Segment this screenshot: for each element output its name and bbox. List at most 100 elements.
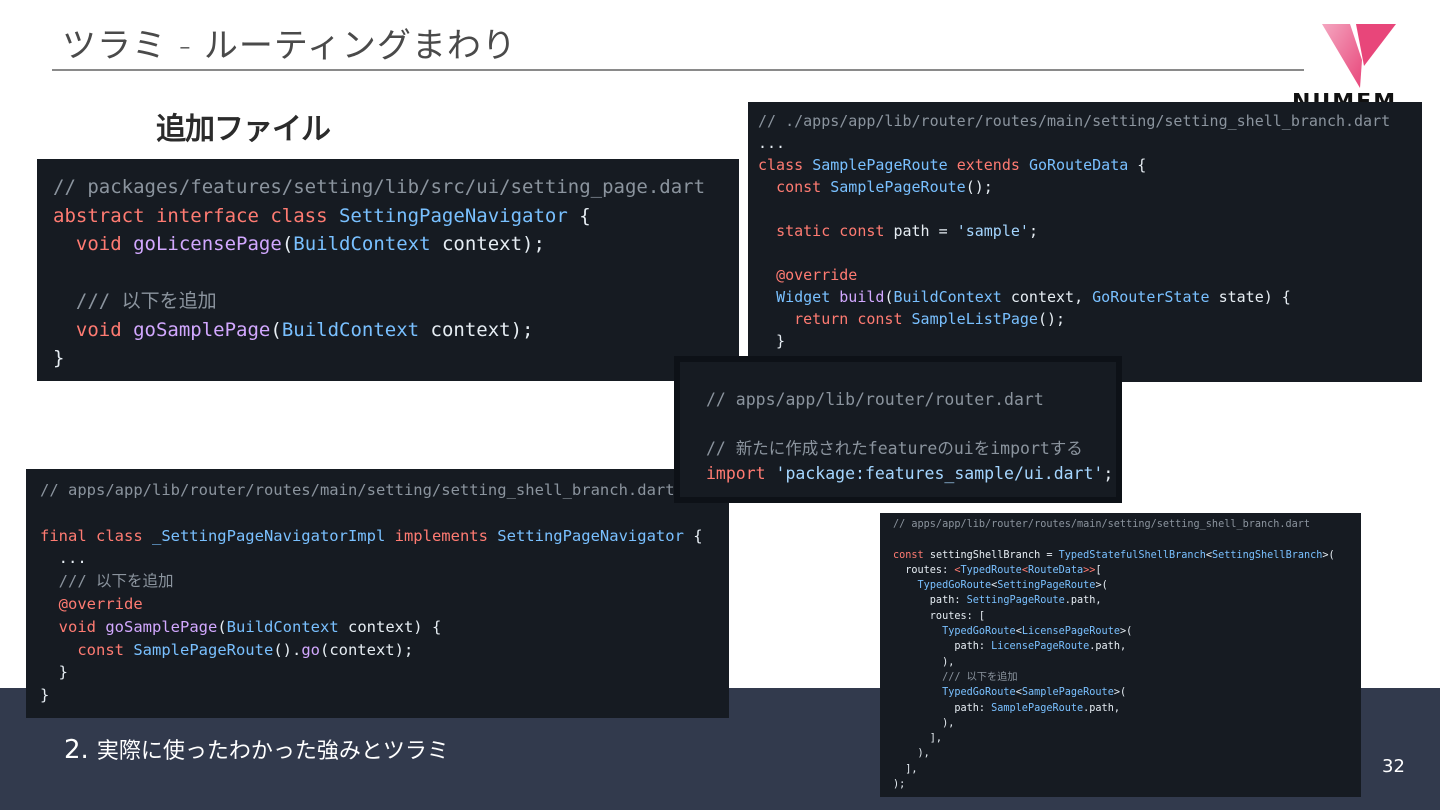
code-line: /// 以下を追加 bbox=[53, 287, 739, 316]
code-token: ( bbox=[217, 617, 227, 636]
code-token: SamplePageRoute bbox=[991, 702, 1084, 714]
code-line: @override bbox=[758, 264, 1422, 286]
code-line: } bbox=[758, 330, 1422, 352]
code-token: >( bbox=[1322, 549, 1335, 561]
code-token: abstract interface class bbox=[53, 204, 339, 227]
code-token: ( bbox=[281, 233, 294, 255]
code-token: SettingPageRoute bbox=[966, 595, 1065, 607]
code-line: Widget build(BuildContext context, GoRou… bbox=[758, 286, 1422, 308]
code-line: void goSamplePage(BuildContext context) … bbox=[40, 616, 729, 639]
code-token: _SettingPageNavigatorImpl bbox=[151, 526, 395, 545]
code-token: } bbox=[40, 663, 68, 682]
code-token: goLicensePage bbox=[133, 233, 282, 255]
code-token: import bbox=[706, 463, 776, 483]
code-token: Widget bbox=[776, 288, 840, 306]
code-token: >( bbox=[1113, 687, 1127, 699]
code-token: GoRouterState bbox=[1092, 288, 1210, 306]
code-token: goSamplePage bbox=[133, 318, 271, 341]
code-token: path = bbox=[893, 222, 957, 240]
code-token: ), bbox=[893, 656, 955, 668]
code-token: TypedStatefulShellBranch bbox=[1058, 549, 1206, 561]
code-line: ), bbox=[893, 746, 1361, 761]
code-token: SamplePageRoute bbox=[1021, 687, 1114, 699]
code-token: ; bbox=[1103, 463, 1114, 483]
code-token: void bbox=[75, 233, 134, 255]
code-token: } bbox=[40, 686, 50, 705]
brand-logo-icon bbox=[1322, 24, 1396, 88]
code-token: routes: bbox=[893, 564, 955, 576]
code-token: // apps/app/lib/router/routes/main/setti… bbox=[40, 481, 675, 499]
code-token: void bbox=[58, 617, 106, 636]
code-token: context); bbox=[419, 318, 534, 341]
code-token: [ bbox=[1095, 564, 1102, 576]
code-token: // packages/features/setting/lib/src/ui/… bbox=[53, 176, 706, 198]
code-line: ... bbox=[40, 547, 729, 570]
code-line: // apps/app/lib/router/routes/main/setti… bbox=[893, 517, 1361, 532]
code-token: } bbox=[53, 347, 65, 369]
code-token: path: bbox=[893, 702, 992, 714]
code-line: void goLicensePage(BuildContext context)… bbox=[53, 230, 739, 259]
code-token: SettingPageRoute bbox=[997, 580, 1096, 592]
code-line: final class _SettingPageNavigatorImpl im… bbox=[40, 525, 729, 548]
code-token: settingShellBranch = bbox=[929, 549, 1059, 561]
page-number: 32 bbox=[1382, 756, 1405, 777]
code-token: @override bbox=[58, 594, 143, 613]
code-token: context) { bbox=[338, 617, 442, 636]
code-token: ), bbox=[893, 717, 955, 729]
code-token: } bbox=[758, 332, 786, 350]
code-line: TypedGoRoute<SettingPageRoute>( bbox=[893, 578, 1361, 593]
code-token: BuildContext bbox=[893, 288, 1002, 306]
code-token: SamplePageRoute bbox=[133, 640, 274, 659]
code-snippet-setting-page: // packages/features/setting/lib/src/ui/… bbox=[37, 159, 739, 381]
code-line: routes: <TypedRoute<RouteData>>[ bbox=[893, 563, 1361, 578]
code-token: GoRouteData bbox=[1028, 156, 1129, 174]
code-token: BuildContext bbox=[226, 617, 339, 636]
code-token: ... bbox=[758, 134, 786, 152]
code-token: 'package:features_sample/ui.dart' bbox=[775, 463, 1104, 483]
code-token: class bbox=[758, 156, 813, 174]
code-line: void goSamplePage(BuildContext context); bbox=[53, 316, 739, 345]
code-snippet-navigator-impl: // apps/app/lib/router/routes/main/setti… bbox=[26, 469, 729, 718]
code-token: ], bbox=[893, 733, 943, 745]
code-token: RouteData bbox=[1027, 564, 1084, 576]
code-line: const settingShellBranch = TypedStateful… bbox=[893, 548, 1361, 563]
code-line: ... bbox=[758, 132, 1422, 154]
code-token: .path, bbox=[1089, 641, 1127, 653]
code-line: path: SettingPageRoute.path, bbox=[893, 593, 1361, 608]
code-token: // apps/app/lib/router/router.dart bbox=[706, 390, 1044, 409]
code-token: SettingShellBranch bbox=[1211, 549, 1323, 561]
code-token: path: bbox=[893, 641, 992, 653]
code-line: ], bbox=[893, 731, 1361, 746]
code-line: // 新たに作成されたfeatureのuiをimportする bbox=[706, 437, 1116, 462]
code-line: routes: [ bbox=[893, 609, 1361, 624]
code-line: static const path = 'sample'; bbox=[758, 220, 1422, 242]
code-line: return const SampleListPage(); bbox=[758, 308, 1422, 330]
code-token: final class bbox=[40, 526, 152, 545]
code-token: (); bbox=[1037, 310, 1066, 328]
code-token: context); bbox=[430, 233, 545, 255]
code-token: BuildContext bbox=[281, 318, 420, 341]
code-token: ( bbox=[270, 318, 282, 341]
code-token: @override bbox=[776, 266, 858, 284]
code-token: state) { bbox=[1209, 288, 1291, 306]
code-token: const bbox=[893, 549, 930, 561]
code-token: build bbox=[839, 288, 885, 306]
footer-section-label: 2. 実際に使ったわかった強みとツラミ bbox=[64, 733, 449, 765]
code-line: } bbox=[53, 344, 739, 373]
code-token: TypedGoRoute bbox=[942, 626, 1016, 638]
code-line: } bbox=[40, 684, 729, 707]
code-token: static const bbox=[776, 222, 894, 240]
code-token: { bbox=[1128, 156, 1147, 174]
code-line: /// 以下を追加 bbox=[893, 670, 1361, 685]
code-token: void bbox=[75, 318, 134, 341]
